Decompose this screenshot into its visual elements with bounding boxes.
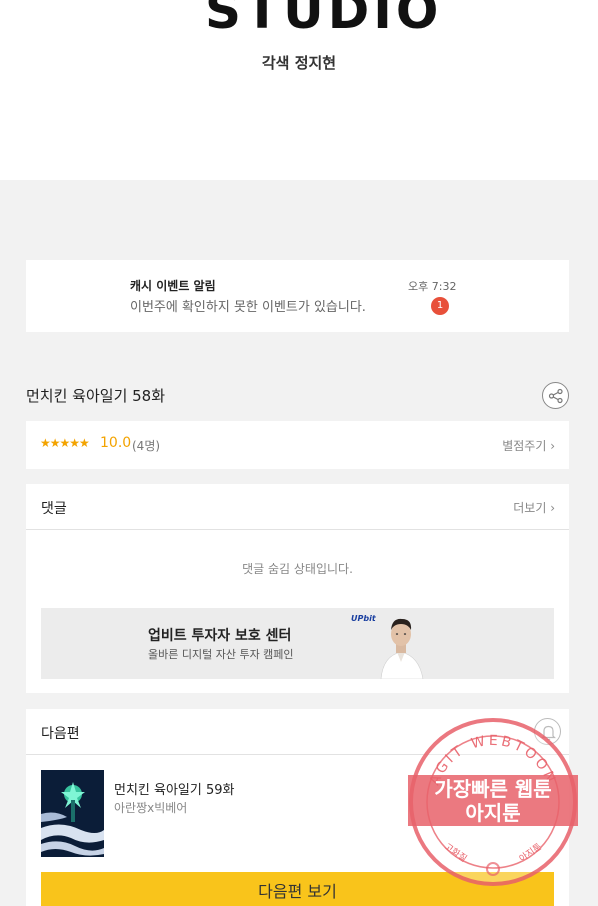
- notification-message: 이번주에 확인하지 못한 이벤트가 있습니다.: [130, 300, 366, 315]
- rating-count: (4명): [132, 439, 161, 453]
- rating-stars: ★★★★★: [40, 436, 90, 450]
- comments-header: 댓글 더보기 ›: [26, 484, 569, 530]
- adaptation-credit: 각색 정지현: [261, 54, 337, 72]
- rating-score: 10.0: [100, 435, 132, 451]
- next-episode-authors: 아란짱x빅베어: [114, 801, 188, 815]
- next-episode-title[interactable]: 먼치킨 육아일기 59화: [114, 779, 235, 798]
- thumbnail-artwork: [41, 770, 104, 857]
- agit-webtoon-watermark: AGIT WEBTOON 가장빠른 웹툰 아지툰 고화질 아지툰: [408, 718, 578, 886]
- watermark-line1: 가장빠른 웹툰: [434, 777, 551, 801]
- cash-event-notification[interactable]: 캐시 이벤트 알림 이번주에 확인하지 못한 이벤트가 있습니다. 오후 7:3…: [26, 260, 569, 332]
- ad-subtitle: 올바른 디지털 자산 투자 캠페인: [148, 648, 294, 661]
- next-episode-label: 다음편: [41, 726, 80, 742]
- notification-badge: 1: [431, 297, 449, 315]
- episode-title: 먼치킨 육아일기 58화: [26, 387, 166, 405]
- rate-button[interactable]: 별점주기 ›: [502, 437, 555, 454]
- studio-logo: STUDIO: [205, 0, 443, 40]
- rating-bar: ★★★★★ 10.0 (4명) 별점주기 ›: [26, 421, 569, 469]
- ad-title: 업비트 투자자 보호 센터: [148, 628, 292, 644]
- hero-banner: STUDIO 각색 정지현: [0, 0, 598, 180]
- watermark-line2: 아지툰: [465, 801, 520, 825]
- share-icon: [548, 388, 563, 404]
- share-button[interactable]: [542, 382, 569, 409]
- comments-section: 댓글 더보기 › 댓글 숨김 상태입니다. 업비트 투자자 보호 센터 올바른 …: [26, 484, 569, 693]
- upbit-ad-banner[interactable]: 업비트 투자자 보호 센터 올바른 디지털 자산 투자 캠페인 UPbit: [41, 608, 554, 679]
- comments-more-link[interactable]: 더보기 ›: [513, 499, 555, 516]
- notification-title: 캐시 이벤트 알림: [130, 279, 216, 293]
- notification-time: 오후 7:32: [408, 280, 457, 293]
- comments-hidden-message: 댓글 숨김 상태입니다.: [242, 562, 353, 576]
- comments-label: 댓글: [41, 501, 67, 517]
- next-episode-thumbnail[interactable]: [41, 770, 104, 857]
- ad-person-image: [380, 618, 424, 679]
